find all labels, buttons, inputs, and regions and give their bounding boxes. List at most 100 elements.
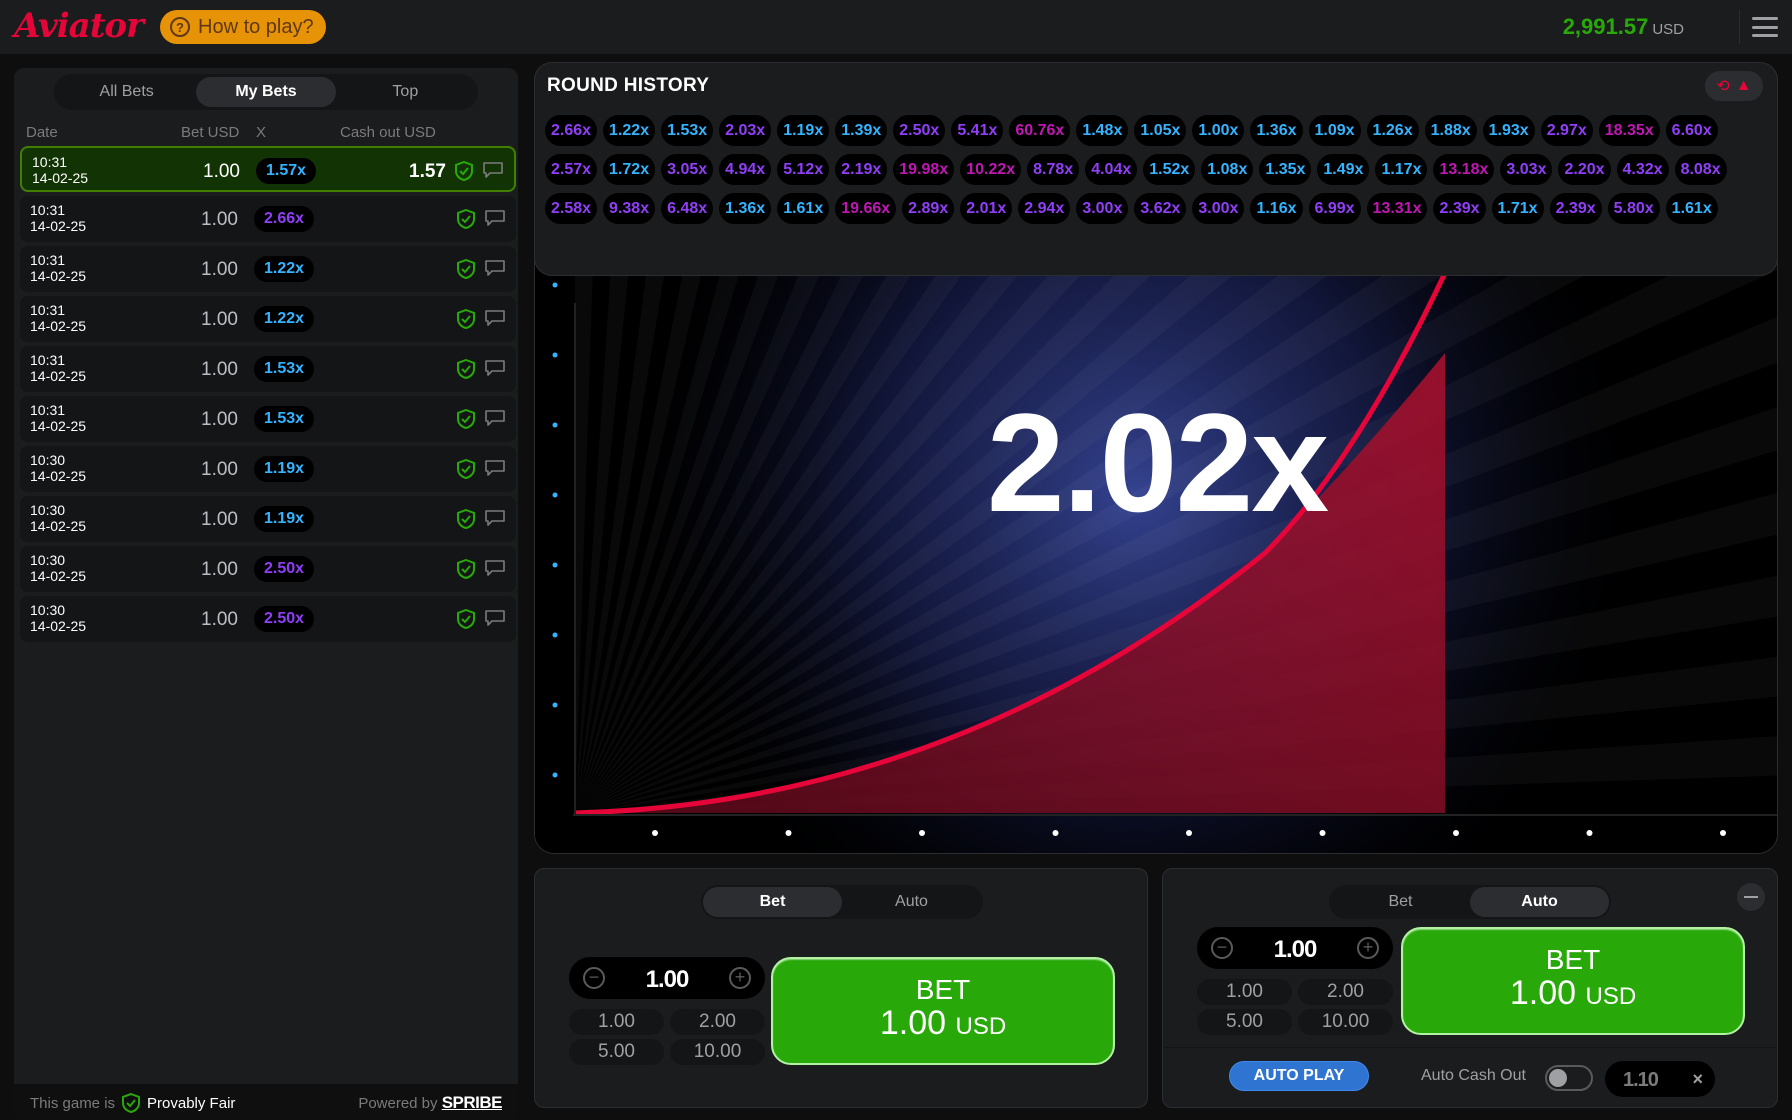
- fairness-shield-icon[interactable]: [456, 609, 476, 629]
- round-history-chip[interactable]: 19.98x: [893, 154, 955, 185]
- fairness-shield-icon[interactable]: [456, 459, 476, 479]
- round-history-chip[interactable]: 6.99x: [1308, 193, 1361, 224]
- chat-bubble-icon[interactable]: [484, 259, 506, 277]
- round-history-chip[interactable]: 2.94x: [1018, 193, 1071, 224]
- fairness-shield-icon[interactable]: [456, 409, 476, 429]
- quick-amount-button[interactable]: 10.00: [1298, 1009, 1393, 1035]
- quick-amount-button[interactable]: 1.00: [569, 1009, 664, 1035]
- round-history-chip[interactable]: 2.03x: [719, 115, 772, 146]
- fairness-shield-icon[interactable]: [456, 259, 476, 279]
- tab-all-bets[interactable]: All Bets: [57, 77, 196, 107]
- chat-bubble-icon[interactable]: [484, 209, 506, 227]
- round-history-chip[interactable]: 9.38x: [603, 193, 656, 224]
- close-icon[interactable]: ×: [1692, 1069, 1703, 1090]
- round-history-chip[interactable]: 1.00x: [1192, 115, 1245, 146]
- round-history-chip[interactable]: 1.22x: [603, 115, 656, 146]
- round-history-chip[interactable]: 1.61x: [1665, 193, 1718, 224]
- how-to-play-button[interactable]: ? How to play?: [160, 10, 326, 44]
- quick-amount-button[interactable]: 2.00: [1298, 979, 1393, 1005]
- round-history-chip[interactable]: 60.76x: [1009, 115, 1071, 146]
- round-history-chip[interactable]: 2.57x: [545, 154, 598, 185]
- bet-button[interactable]: BET 1.00 USD: [1401, 927, 1745, 1035]
- round-history-chip[interactable]: 1.52x: [1143, 154, 1196, 185]
- fairness-shield-icon[interactable]: [456, 309, 476, 329]
- tab-auto[interactable]: Auto: [1470, 887, 1609, 917]
- fairness-shield-icon[interactable]: [456, 509, 476, 529]
- tab-bet[interactable]: Bet: [703, 887, 842, 917]
- plus-icon[interactable]: +: [729, 967, 751, 989]
- round-history-chip[interactable]: 1.88x: [1424, 115, 1477, 146]
- round-history-chip[interactable]: 1.09x: [1308, 115, 1361, 146]
- round-history-chip[interactable]: 2.39x: [1433, 193, 1486, 224]
- quick-amount-button[interactable]: 5.00: [569, 1039, 664, 1065]
- round-history-chip[interactable]: 1.26x: [1366, 115, 1419, 146]
- round-history-chip[interactable]: 1.93x: [1482, 115, 1535, 146]
- spribe-logo[interactable]: SPRIBE: [442, 1093, 503, 1112]
- round-history-chip[interactable]: 3.03x: [1500, 154, 1553, 185]
- tab-top[interactable]: Top: [336, 77, 475, 107]
- round-history-collapse-button[interactable]: ⟲ ▲: [1705, 71, 1763, 101]
- chat-bubble-icon[interactable]: [484, 509, 506, 527]
- quick-amount-button[interactable]: 2.00: [670, 1009, 765, 1035]
- round-history-chip[interactable]: 1.35x: [1259, 154, 1312, 185]
- fairness-shield-icon[interactable]: [456, 359, 476, 379]
- fairness-shield-icon[interactable]: [454, 161, 474, 181]
- round-history-chip[interactable]: 1.19x: [777, 115, 830, 146]
- fairness-shield-icon[interactable]: [456, 209, 476, 229]
- round-history-chip[interactable]: 1.71x: [1491, 193, 1544, 224]
- round-history-chip[interactable]: 1.49x: [1317, 154, 1370, 185]
- bet-button[interactable]: BET 1.00 USD: [771, 957, 1115, 1065]
- auto-cash-out-value[interactable]: 1.10: [1623, 1069, 1659, 1092]
- remove-panel-button[interactable]: [1737, 883, 1765, 911]
- auto-cash-out-toggle[interactable]: [1545, 1065, 1593, 1091]
- round-history-chip[interactable]: 1.36x: [719, 193, 772, 224]
- round-history-chip[interactable]: 8.78x: [1027, 154, 1080, 185]
- round-history-chip[interactable]: 5.41x: [951, 115, 1004, 146]
- round-history-chip[interactable]: 13.18x: [1433, 154, 1495, 185]
- round-history-chip[interactable]: 1.48x: [1076, 115, 1129, 146]
- round-history-chip[interactable]: 2.39x: [1549, 193, 1602, 224]
- chat-bubble-icon[interactable]: [484, 359, 506, 377]
- chat-bubble-icon[interactable]: [484, 309, 506, 327]
- aviator-logo[interactable]: Aviator: [14, 6, 144, 46]
- round-history-chip[interactable]: 18.35x: [1598, 115, 1660, 146]
- round-history-chip[interactable]: 1.53x: [661, 115, 714, 146]
- chat-bubble-icon[interactable]: [484, 559, 506, 577]
- tab-bet[interactable]: Bet: [1331, 887, 1470, 917]
- round-history-chip[interactable]: 2.89x: [902, 193, 955, 224]
- tab-auto[interactable]: Auto: [842, 887, 981, 917]
- round-history-chip[interactable]: 3.00x: [1076, 193, 1129, 224]
- round-history-chip[interactable]: 2.01x: [960, 193, 1013, 224]
- round-history-chip[interactable]: 4.32x: [1616, 154, 1669, 185]
- round-history-chip[interactable]: 2.50x: [893, 115, 946, 146]
- auto-play-button[interactable]: AUTO PLAY: [1229, 1061, 1369, 1091]
- round-history-chip[interactable]: 5.12x: [777, 154, 830, 185]
- quick-amount-button[interactable]: 10.00: [670, 1039, 765, 1065]
- round-history-chip[interactable]: 4.94x: [719, 154, 772, 185]
- round-history-chip[interactable]: 1.72x: [603, 154, 656, 185]
- round-history-chip[interactable]: 10.22x: [960, 154, 1022, 185]
- chat-bubble-icon[interactable]: [482, 161, 504, 179]
- round-history-chip[interactable]: 1.16x: [1250, 193, 1303, 224]
- round-history-chip[interactable]: 1.36x: [1250, 115, 1303, 146]
- round-history-chip[interactable]: 4.04x: [1085, 154, 1138, 185]
- round-history-chip[interactable]: 1.05x: [1134, 115, 1187, 146]
- round-history-chip[interactable]: 6.60x: [1665, 115, 1718, 146]
- bet-amount-stepper[interactable]: − 1.00 +: [1197, 927, 1393, 969]
- round-history-chip[interactable]: 3.05x: [661, 154, 714, 185]
- round-history-chip[interactable]: 13.31x: [1366, 193, 1428, 224]
- round-history-chip[interactable]: 1.08x: [1201, 154, 1254, 185]
- chat-bubble-icon[interactable]: [484, 609, 506, 627]
- round-history-chip[interactable]: 3.62x: [1134, 193, 1187, 224]
- round-history-chip[interactable]: 1.61x: [777, 193, 830, 224]
- round-history-chip[interactable]: 19.66x: [835, 193, 897, 224]
- bet-amount-stepper[interactable]: − 1.00 +: [569, 957, 765, 999]
- round-history-chip[interactable]: 2.58x: [545, 193, 598, 224]
- quick-amount-button[interactable]: 5.00: [1197, 1009, 1292, 1035]
- round-history-chip[interactable]: 8.08x: [1674, 154, 1727, 185]
- quick-amount-button[interactable]: 1.00: [1197, 979, 1292, 1005]
- provably-fair-link[interactable]: This game is Provably Fair: [30, 1093, 235, 1113]
- plus-icon[interactable]: +: [1357, 937, 1379, 959]
- round-history-chip[interactable]: 2.66x: [545, 115, 598, 146]
- round-history-chip[interactable]: 2.19x: [835, 154, 888, 185]
